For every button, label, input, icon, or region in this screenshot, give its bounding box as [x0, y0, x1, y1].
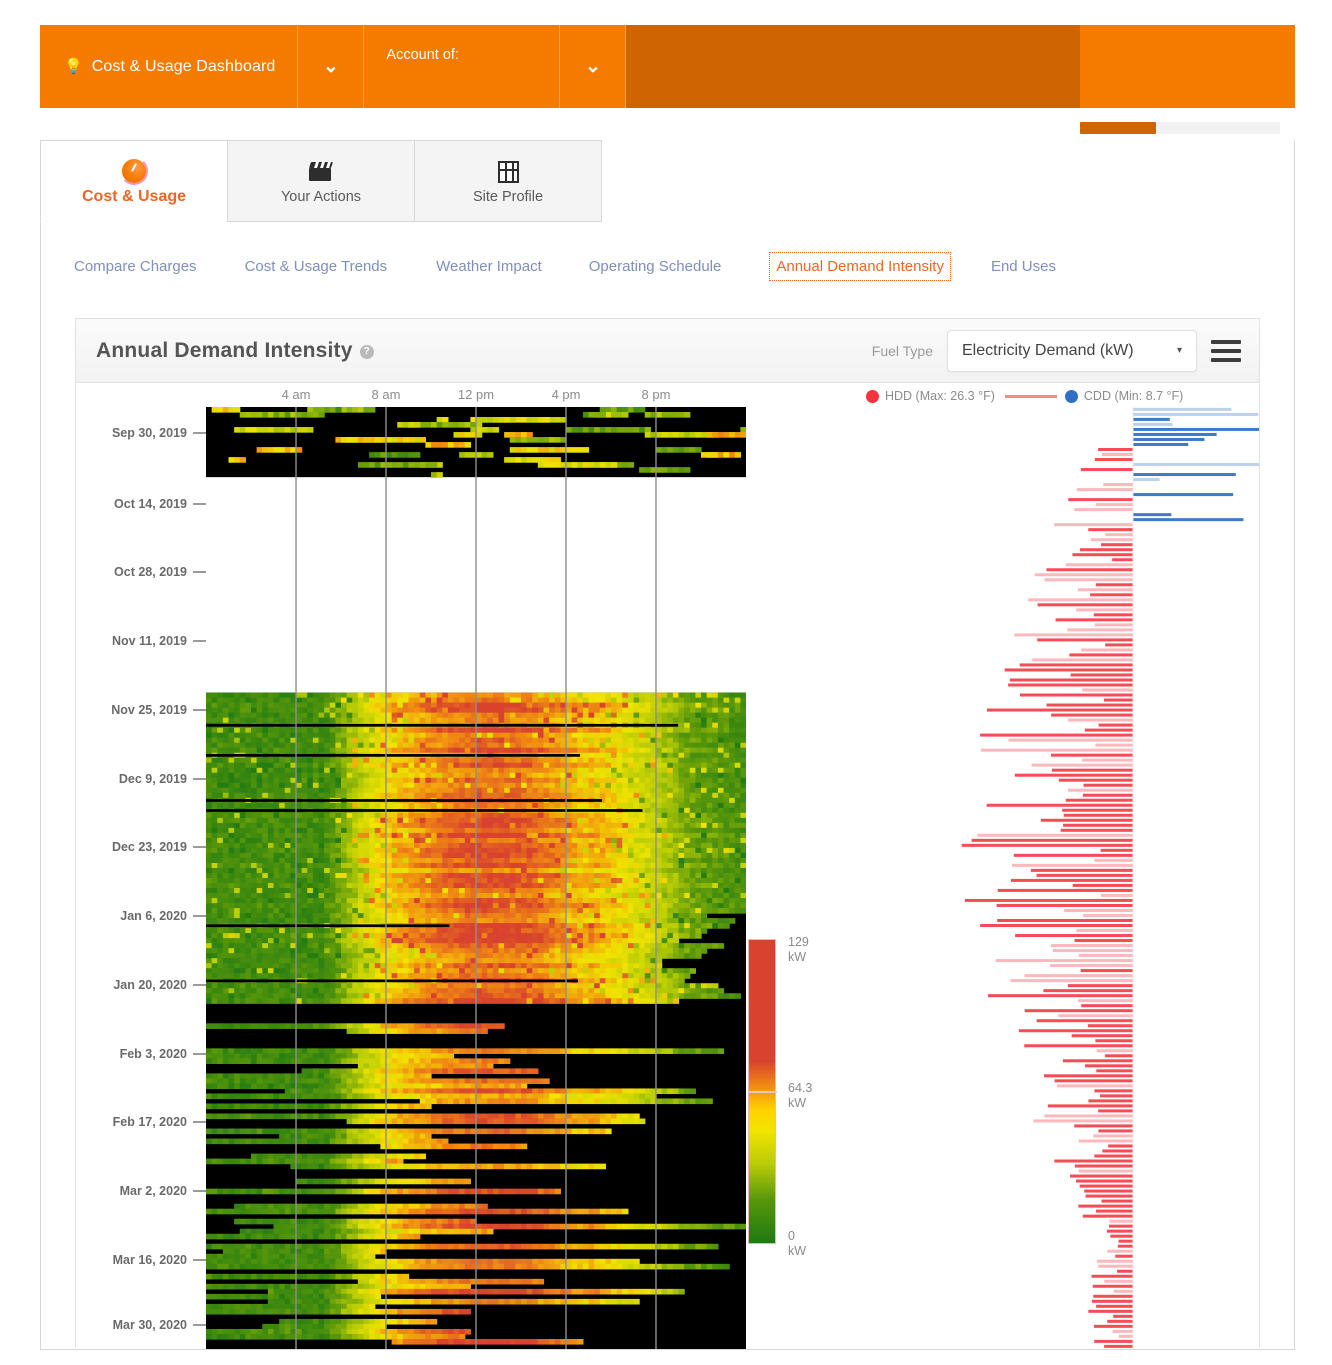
y-axis-tick: Mar 16, 2020: [113, 1253, 206, 1267]
x-axis-tick: 8 am: [371, 387, 401, 402]
color-scale-max-unit: kW: [788, 950, 807, 964]
demand-heatmap[interactable]: [206, 407, 746, 1349]
tab-label: Your Actions: [280, 188, 362, 205]
chart-title: Annual Demand Intensity: [96, 338, 353, 362]
subnav-end-uses[interactable]: End Uses: [989, 252, 1058, 281]
cdd-legend-label: CDD (Min: 8.7 °F): [1083, 389, 1184, 403]
secondary-nav: Compare Charges Cost & Usage Trends Weat…: [72, 252, 1058, 281]
y-axis-tick: Feb 3, 2020: [120, 1047, 206, 1061]
help-icon[interactable]: ?: [359, 344, 374, 359]
dashboard-title-label: Cost & Usage Dashboard: [91, 57, 276, 75]
account-dropdown-toggle[interactable]: ⌄: [560, 25, 627, 108]
color-scale-max-value: 129: [788, 935, 809, 949]
subnav-weather-impact[interactable]: Weather Impact: [434, 252, 544, 281]
subnav-annual-demand-intensity[interactable]: Annual Demand Intensity: [769, 252, 951, 281]
y-axis-tick: Feb 17, 2020: [113, 1115, 206, 1129]
y-axis-tick: Jan 20, 2020: [113, 978, 206, 992]
chart-plot-area: 4 am 8 am 12 pm 4 pm 8 pm Sep 30, 2019 Oct 14…: [76, 383, 1259, 1349]
y-axis-tick: Jan 6, 2020: [120, 909, 206, 923]
dashboard-title-button[interactable]: 💡 Cost & Usage Dashboard: [40, 25, 299, 108]
degree-days-panel: HDD (Max: 26.3 °F) CDD (Min: 8.7 °F): [866, 383, 1259, 1349]
color-scale-min-value: 0: [788, 1229, 795, 1243]
scrollbar-thumb[interactable]: [1080, 122, 1156, 134]
y-axis-tick: Sep 30, 2019: [112, 426, 206, 440]
building-icon: [497, 158, 519, 186]
chevron-down-icon: ⌄: [584, 56, 601, 77]
chart-header-controls: Fuel Type Electricity Demand (kW) ▾: [871, 329, 1241, 372]
color-scale-bar: [748, 939, 777, 1244]
cdd-legend-dot: [1064, 389, 1078, 403]
subnav-compare-charges[interactable]: Compare Charges: [72, 252, 199, 281]
hdd-legend-dot: [866, 389, 879, 403]
clapperboard-icon: [308, 158, 334, 186]
color-scale-min-unit: kW: [788, 1244, 807, 1258]
tab-your-actions[interactable]: Your Actions: [227, 140, 415, 222]
color-scale-legend: 129 kW 64.3 kW 0 kW: [748, 935, 858, 1269]
y-axis-tick: Mar 2, 2020: [120, 1184, 206, 1198]
subnav-operating-schedule[interactable]: Operating Schedule: [587, 252, 724, 281]
x-axis-tick: 4 am: [281, 387, 311, 402]
app-header-bar: 💡 Cost & Usage Dashboard ⌄ Account of: ⌄: [40, 25, 1295, 108]
tab-label: Site Profile: [472, 188, 544, 205]
horizontal-scrollbar[interactable]: [1080, 122, 1280, 134]
y-axis-tick: Oct 14, 2019: [114, 497, 206, 511]
lightbulb-icon: 💡: [64, 58, 83, 75]
subnav-cost-usage-trends[interactable]: Cost & Usage Trends: [243, 252, 390, 281]
hdd-legend-label: HDD (Max: 26.3 °F): [885, 389, 995, 403]
degree-days-chart[interactable]: [866, 407, 1259, 1349]
y-axis: Sep 30, 2019 Oct 14, 2019 Oct 28, 2019 Nov …: [76, 407, 206, 1349]
header-spacer-right: [1080, 25, 1295, 108]
x-axis-tick: 8 pm: [641, 387, 671, 402]
tab-cost-and-usage[interactable]: Cost & Usage: [40, 140, 228, 222]
y-axis-tick: Oct 28, 2019: [114, 565, 206, 579]
page-title: Annual Demand Intensity?: [96, 339, 374, 363]
primary-tabs: Cost & Usage Your Actions Site Profile: [40, 140, 602, 222]
color-scale-mid-value: 64.3: [788, 1081, 813, 1095]
chevron-down-icon: ⌄: [322, 56, 339, 77]
chart-panel: Annual Demand Intensity? Fuel Type Elect…: [75, 318, 1260, 1349]
account-label: Account of:: [386, 47, 459, 63]
fuel-type-label: Fuel Type: [871, 342, 933, 359]
degree-days-legend: HDD (Max: 26.3 °F) CDD (Min: 8.7 °F): [866, 385, 1259, 407]
header-spacer: [626, 25, 1080, 108]
fuel-type-value: Electricity Demand (kW): [962, 341, 1134, 359]
x-axis-tick: 4 pm: [551, 387, 581, 402]
account-selector[interactable]: Account of:: [364, 25, 561, 108]
x-axis-tick: 12 pm: [457, 387, 495, 402]
chevron-down-icon: ▾: [1176, 345, 1182, 356]
color-scale-mid-unit: kW: [788, 1096, 807, 1110]
dashboard-dropdown-toggle[interactable]: ⌄: [298, 25, 365, 108]
y-axis-tick: Dec 9, 2019: [119, 772, 206, 786]
fuel-type-select[interactable]: Electricity Demand (kW) ▾: [947, 329, 1197, 372]
tab-site-profile[interactable]: Site Profile: [414, 140, 602, 222]
y-axis-tick: Dec 23, 2019: [112, 840, 206, 854]
legend-divider-line: [1004, 394, 1057, 398]
gauge-icon: [120, 156, 148, 185]
y-axis-tick: Nov 11, 2019: [112, 634, 206, 648]
y-axis-tick: Nov 25, 2019: [111, 703, 206, 717]
y-axis-tick: Mar 30, 2020: [113, 1318, 206, 1332]
tab-label: Cost & Usage: [81, 187, 187, 205]
chart-panel-header: Annual Demand Intensity? Fuel Type Elect…: [76, 319, 1259, 383]
hamburger-menu-icon[interactable]: [1211, 338, 1241, 364]
